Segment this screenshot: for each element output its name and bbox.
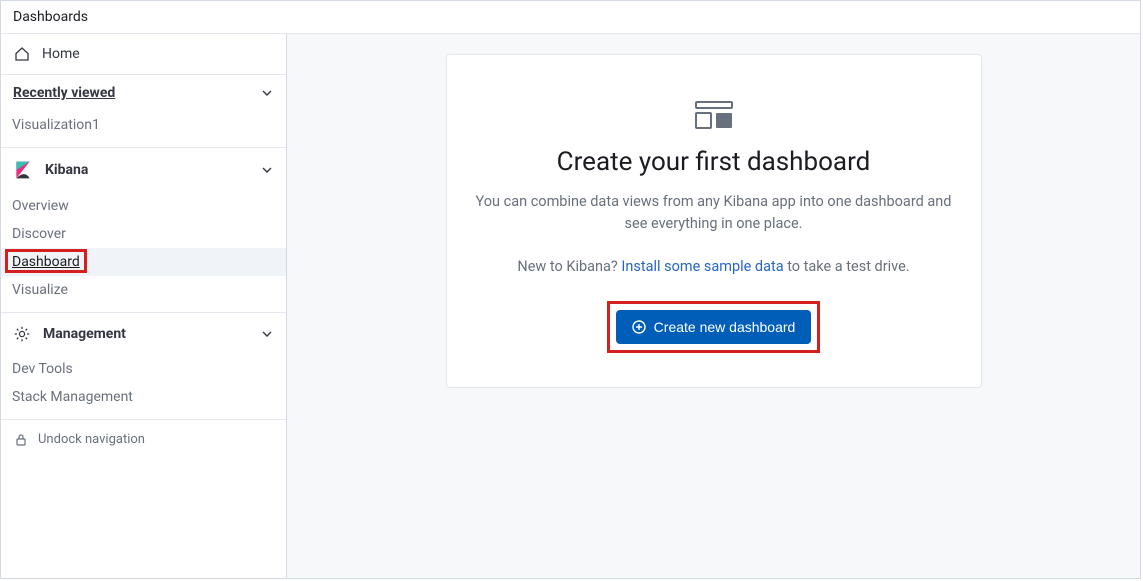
empty-heading: Create your first dashboard: [471, 147, 957, 177]
management-label: Management: [43, 326, 126, 342]
sidebar-kibana-head[interactable]: Kibana: [1, 148, 286, 192]
home-icon: [14, 46, 30, 62]
sidebar-undock[interactable]: Undock navigation: [1, 420, 286, 459]
lock-icon: [14, 433, 28, 447]
chevron-down-icon: [260, 163, 274, 177]
recent-item[interactable]: Visualization1: [1, 111, 286, 139]
sidebar-group-management: Management Dev Tools Stack Management: [1, 313, 286, 420]
empty-hint: New to Kibana? Install some sample data …: [471, 258, 957, 275]
kibana-label: Kibana: [45, 162, 88, 178]
sidebar-group-kibana: Kibana Overview Discover Dashboard: [1, 148, 286, 313]
sidebar-item-label: Visualize: [12, 282, 68, 298]
main-area: Create your first dashboard You can comb…: [287, 34, 1140, 578]
sidebar-item-dashboard[interactable]: Dashboard: [1, 248, 286, 276]
sidebar-recent-head[interactable]: Recently viewed: [1, 75, 286, 111]
sidebar: Home Recently viewed Visualization1: [1, 34, 287, 578]
empty-state-card: Create your first dashboard You can comb…: [446, 54, 982, 388]
chevron-down-icon: [260, 86, 274, 100]
sidebar-item-label: Dashboard: [12, 254, 80, 270]
hint-prefix: New to Kibana?: [517, 258, 621, 275]
sidebar-item-visualize[interactable]: Visualize: [1, 276, 286, 304]
install-sample-link[interactable]: Install some sample data: [621, 258, 783, 275]
app-frame: Dashboards Home Recently viewed: [0, 0, 1141, 579]
sidebar-item-overview[interactable]: Overview: [1, 192, 286, 220]
kibana-logo-icon: [13, 160, 33, 180]
sidebar-home-label: Home: [42, 46, 80, 62]
hint-suffix: to take a test drive.: [784, 258, 910, 275]
empty-description: You can combine data views from any Kiba…: [471, 191, 957, 236]
sidebar-item-label: Stack Management: [12, 389, 133, 405]
sidebar-item-discover[interactable]: Discover: [1, 220, 286, 248]
create-dashboard-button[interactable]: Create new dashboard: [616, 310, 812, 344]
app-body: Home Recently viewed Visualization1: [1, 34, 1140, 578]
sidebar-management-head[interactable]: Management: [1, 313, 286, 355]
sidebar-item-devtools[interactable]: Dev Tools: [1, 355, 286, 383]
dashboard-icon: [471, 99, 957, 131]
plus-circle-icon: [632, 320, 646, 334]
highlight-annotation: Create new dashboard: [607, 301, 821, 353]
recent-item-label: Visualization1: [12, 117, 100, 133]
sidebar-item-label: Discover: [12, 226, 66, 242]
sidebar-home[interactable]: Home: [1, 34, 286, 75]
undock-label: Undock navigation: [38, 432, 145, 447]
sidebar-group-recent: Recently viewed Visualization1: [1, 75, 286, 148]
breadcrumb-title: Dashboards: [13, 9, 88, 25]
breadcrumb-bar: Dashboards: [1, 1, 1140, 34]
sidebar-item-label: Overview: [12, 198, 69, 214]
recent-label: Recently viewed: [13, 85, 115, 101]
sidebar-item-stackmgmt[interactable]: Stack Management: [1, 383, 286, 411]
create-button-label: Create new dashboard: [654, 319, 796, 335]
chevron-down-icon: [260, 327, 274, 341]
gear-icon: [13, 325, 31, 343]
sidebar-item-label: Dev Tools: [12, 361, 73, 377]
